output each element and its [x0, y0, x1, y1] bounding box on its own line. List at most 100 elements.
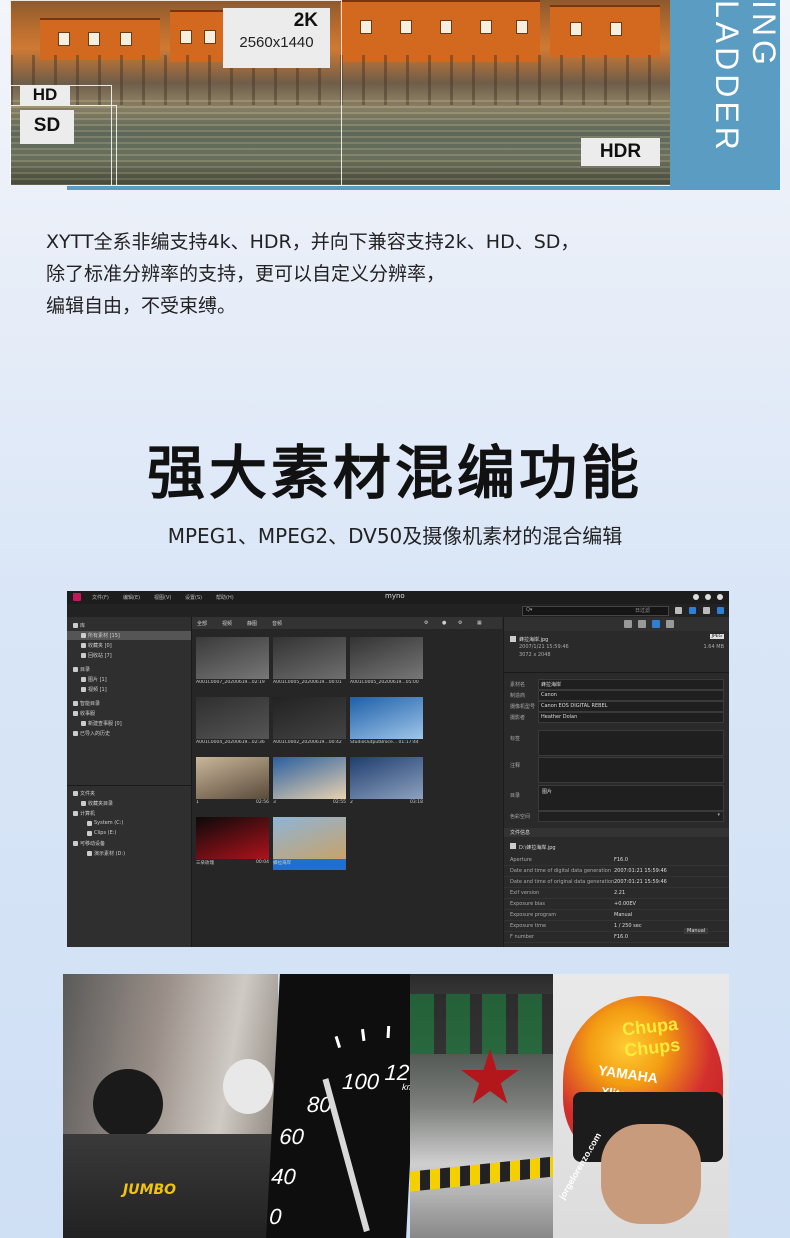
view-single-icon[interactable] [689, 607, 696, 614]
tag-field[interactable] [538, 730, 724, 756]
sort-icon[interactable]: ⚙ [424, 620, 428, 626]
tab-info-icon[interactable] [652, 620, 660, 628]
exif-key: Exposure program [510, 912, 557, 918]
tree-item[interactable]: 演示素材 (D:) [67, 849, 191, 858]
tree-item-label: 演示素材 (D:) [94, 851, 126, 857]
view-dual-icon[interactable] [703, 607, 710, 614]
metadata-key: 摄影者 [510, 715, 526, 721]
file-info-header[interactable]: 文件信息 [504, 828, 729, 837]
tree-item[interactable]: 目录 [67, 665, 191, 674]
tree-item[interactable]: 收事服 [67, 709, 191, 718]
metadata-row: 摄影者 Heather Dolan [504, 712, 729, 723]
filter-image[interactable]: 静图 [247, 620, 257, 627]
view-full-icon[interactable] [717, 607, 724, 614]
tree-item-icon [73, 711, 78, 716]
thumbnail-image [196, 637, 269, 679]
metadata-field[interactable]: Heather Dolan [538, 712, 724, 723]
menu-edit[interactable]: 编辑(E) [123, 594, 140, 601]
tab-audio-icon[interactable] [638, 620, 646, 628]
description-text: XYTT全系非编支持4k、HDR，并向下兼容支持2k、HD、SD， 除了标准分辨… [46, 226, 666, 322]
tree-item[interactable]: System (C:) [67, 819, 191, 828]
tree-item[interactable]: 所有素材 [15] [67, 631, 191, 640]
tree-item-icon [81, 677, 86, 682]
media-thumbnail[interactable]: A001C0004_20200619...02:36 [196, 697, 269, 750]
filter-video[interactable]: 视频 [222, 620, 232, 627]
tree-item[interactable]: 库 [67, 621, 191, 630]
description-line-1: XYTT全系非编支持4k、HDR，并向下兼容支持2k、HD、SD， [46, 231, 580, 253]
description-line-3: 编辑自由，不受束缚。 [46, 295, 237, 317]
tree-item[interactable]: 文件夹 [67, 789, 191, 798]
tree-item[interactable]: 图片 [1] [67, 675, 191, 684]
thumbnail-caption: A001C0007_20200619...02:19 [196, 680, 265, 685]
tree-item-label: 可移动设备 [80, 841, 106, 847]
tree-item-label: 已导入的历史 [80, 731, 111, 737]
tree-item-icon [73, 841, 78, 846]
menu-view[interactable]: 视图(V) [154, 594, 171, 601]
thumbnail-duration: 03:18 [410, 800, 423, 805]
media-thumbnail[interactable]: A001C0002_20200619...00:42 [273, 697, 346, 750]
media-thumbnail[interactable]: 蜂拉海岸 [273, 817, 346, 870]
tree-item[interactable]: 新建查事服 [0] [67, 719, 191, 728]
label-hd: HD [20, 85, 70, 105]
catalog-label: 目录 [510, 793, 521, 799]
tree-item[interactable]: 智能目录 [67, 699, 191, 708]
tab-video-icon[interactable] [624, 620, 632, 628]
mic-icon[interactable]: ● [442, 620, 446, 626]
exif-row: Exposure bias +0.00EV [504, 899, 729, 910]
tree-item[interactable]: 收藏夹 [0] [67, 641, 191, 650]
media-thumbnail[interactable]: 3 02:55 [273, 757, 346, 810]
tree-item[interactable]: 可移动设备 [67, 839, 191, 848]
search-input[interactable]: Q▾ 日过滤 [522, 606, 669, 616]
tree-item[interactable]: 视频 [1] [67, 685, 191, 694]
menu-settings[interactable]: 设置(S) [185, 594, 202, 601]
metadata-field[interactable]: Canon [538, 690, 724, 701]
tree-item[interactable]: Clips (E:) [67, 829, 191, 838]
media-thumbnail[interactable]: StudioOutputBroce... 01:17:44 [350, 697, 423, 750]
exif-value: 1 / 250 sec [614, 923, 642, 929]
exif-row: Exposure program Manual [504, 910, 729, 921]
maximize-icon[interactable] [705, 594, 711, 600]
app-name: myno [385, 592, 405, 600]
media-thumbnail[interactable]: A001C0005_20200619...05:00 [350, 637, 423, 690]
close-icon[interactable] [717, 594, 723, 600]
tree-item-label: System (C:) [94, 820, 124, 826]
thumbnail-duration: 00:04 [256, 860, 269, 865]
media-thumbnail[interactable]: 2 03:18 [350, 757, 423, 810]
comment-field[interactable] [538, 757, 724, 783]
tree-item[interactable]: 收藏夹目录 [67, 799, 191, 808]
tab-export-icon[interactable] [666, 620, 674, 628]
tools-icon[interactable]: ⚙ [458, 620, 462, 626]
metadata-field[interactable]: 蜂拉海岸 [538, 679, 724, 690]
grid-view-icon[interactable]: ▦ [477, 620, 482, 626]
exif-key: Exif version [510, 890, 540, 896]
tree-item[interactable]: 已导入的历史 [67, 729, 191, 738]
menu-file[interactable]: 文件(F) [92, 594, 109, 601]
media-thumbnail[interactable]: A001C0007_20200619...02:19 [196, 637, 269, 690]
file-path: D:\蜂拉海岸.jpg [519, 845, 556, 851]
minimize-icon[interactable] [693, 594, 699, 600]
filter-all[interactable]: 全部 [197, 620, 207, 627]
catalog-field[interactable]: 图片 [538, 785, 724, 811]
media-thumbnail[interactable]: A001C0005_20200619...00:01 [273, 637, 346, 690]
media-thumbnail[interactable]: 三朵玫瑰 00:04 [196, 817, 269, 870]
thumbnail-caption: A001C0004_20200619...02:36 [196, 740, 265, 745]
tree-item-icon [81, 643, 86, 648]
settings-icon[interactable] [675, 607, 682, 614]
tree-item-label: 图片 [1] [88, 677, 107, 683]
tree-item[interactable]: 计算机 [67, 809, 191, 818]
tree-item-label: 视频 [1] [88, 687, 107, 693]
menu-help[interactable]: 帮助(H) [216, 594, 234, 601]
detail-pane: 蜂拉海岸.jpg 2007/1/21 15:59:46 3072 x 2048 … [503, 617, 729, 947]
media-thumbnail[interactable]: 1 02:56 [196, 757, 269, 810]
filter-audio[interactable]: 音频 [272, 620, 282, 627]
metadata-field[interactable]: Canon EOS DIGITAL REBEL [538, 701, 724, 712]
exif-value: F16.0 [614, 934, 629, 940]
metadata-value: Heather Dolan [541, 714, 578, 720]
color-space-select[interactable]: ▾ [538, 811, 724, 822]
ladder-side-text: ING LADDER [709, 0, 782, 154]
chevron-down-icon: ▾ [717, 812, 720, 818]
exif-key: Exposure bias [510, 901, 545, 907]
tree-item[interactable]: 回收站 [7] [67, 651, 191, 660]
metadata-row: 素材名 蜂拉海岸 [504, 679, 729, 690]
speedometer-photo: 100 120 km 80 60 40 0 [266, 974, 420, 1238]
